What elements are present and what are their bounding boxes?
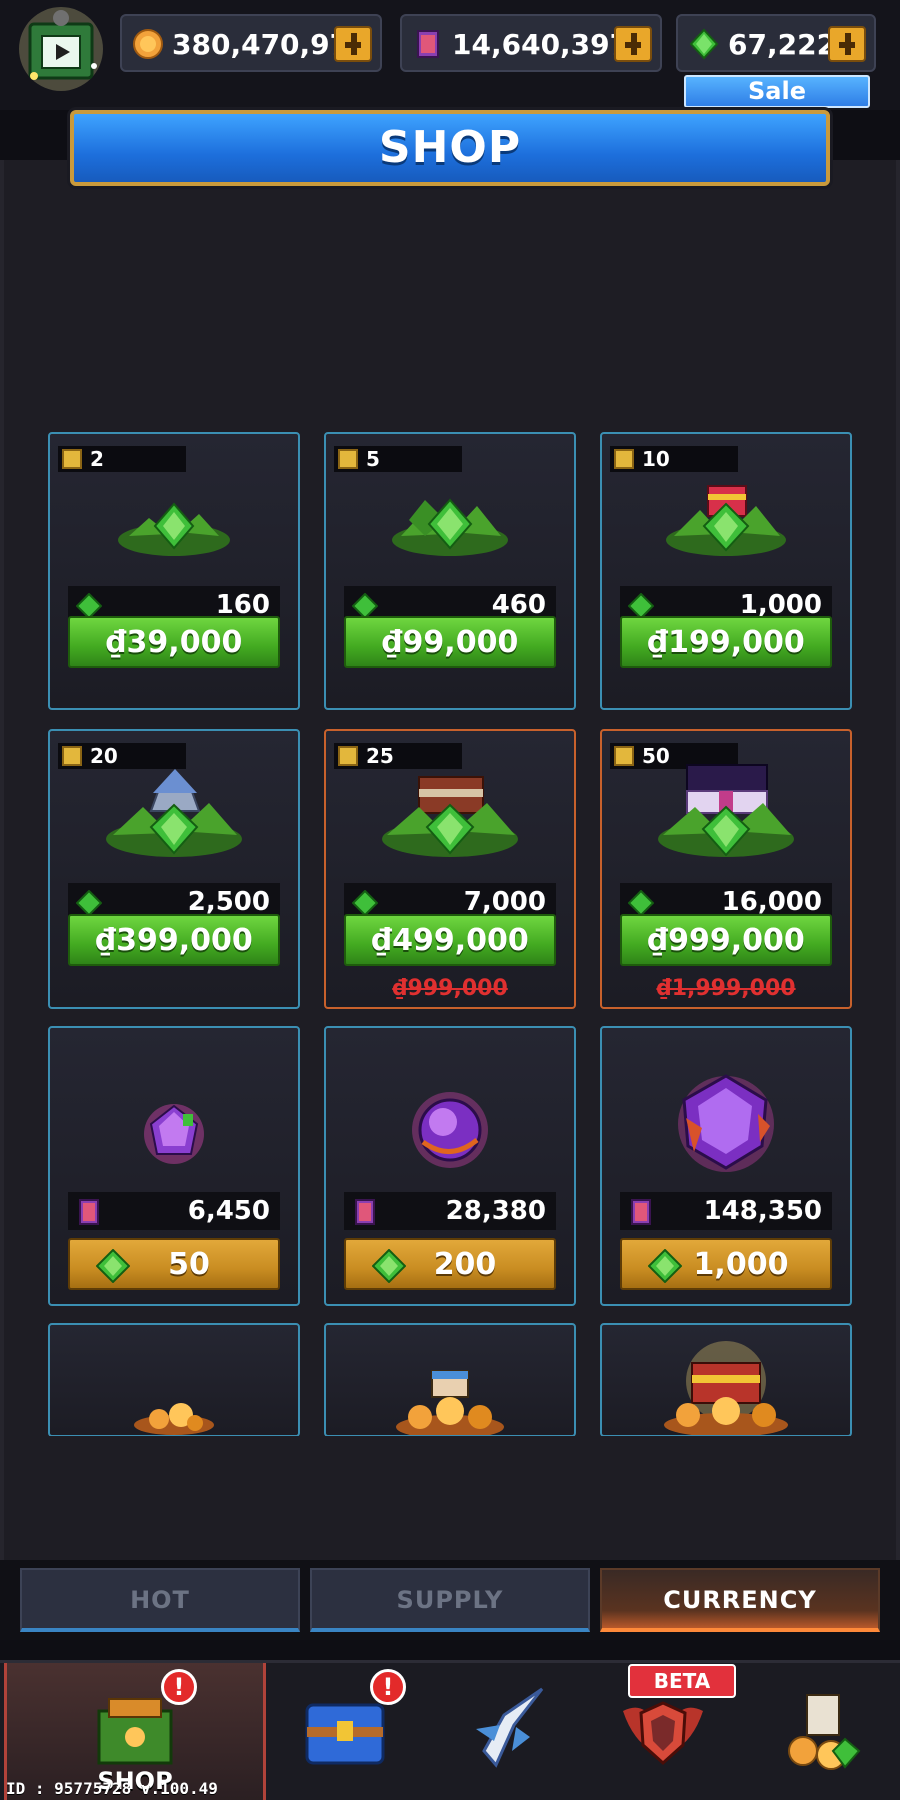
gem-pile-medium-icon (392, 498, 508, 556)
vip-badge: 2 (58, 446, 186, 472)
card-pack-card[interactable]: 148,350 1,000 (600, 1026, 852, 1306)
gem-icon (628, 890, 654, 916)
buy-button[interactable]: ₫39,000 (68, 616, 280, 668)
add-gems-button[interactable] (828, 26, 866, 62)
coin-pile-small-icon (134, 1403, 214, 1435)
gem-pack-card[interactable]: 2 160 ₫39,000 (48, 432, 300, 710)
chest-alert-badge: ! (370, 1669, 406, 1705)
buy-button[interactable]: ₫199,000 (620, 616, 832, 668)
coin-pack-card[interactable] (600, 1323, 852, 1437)
buy-button[interactable]: ₫399,000 (68, 914, 280, 966)
card-pack-card[interactable]: 28,380 200 (324, 1026, 576, 1306)
gem-pile-large-icon (106, 769, 242, 857)
purple-orb-small-icon (144, 1104, 204, 1164)
gem-counter: 67,222 (676, 14, 876, 72)
gem-buy-button[interactable]: 1,000 (620, 1238, 832, 1290)
card-icon (355, 1199, 375, 1225)
spaceship-icon (476, 1687, 544, 1768)
gem-icon (648, 1249, 682, 1283)
card-amount-row: 28,380 (344, 1192, 556, 1230)
coin-chest-icon (664, 1341, 788, 1435)
gem-icon (352, 890, 378, 916)
nav-chest[interactable]: ! (266, 1663, 424, 1800)
vip-icon (614, 449, 634, 469)
tab-hot[interactable]: HOT (20, 1568, 300, 1632)
buy-button[interactable]: ₫99,000 (344, 616, 556, 668)
gem-pile-chest-icon (382, 776, 518, 857)
shop-tabs: HOT SUPPLY CURRENCY (0, 1560, 900, 1640)
gem-pile-with-chest-icon (666, 485, 786, 556)
gem-buy-button[interactable]: 50 (68, 1238, 280, 1290)
resource-bar: 380,470,976 14,640,397 67,222 Sale (0, 0, 900, 110)
nav-rewards[interactable] (742, 1663, 900, 1800)
coin-counter: 380,470,976 (120, 14, 382, 72)
video-reward-icon[interactable] (18, 6, 104, 92)
page-title: SHOP (378, 122, 522, 173)
card-amount: 14,640,397 (452, 28, 630, 61)
add-coins-button[interactable] (334, 26, 372, 62)
panel-bottom (4, 1436, 896, 1560)
gem-pack-card-promo[interactable]: 25 7,000 ₫499,000 ₫999,000 (324, 729, 576, 1009)
vip-icon (62, 449, 82, 469)
card-icon (417, 30, 439, 58)
nav-ships[interactable] (424, 1663, 584, 1800)
card-amount-row: 6,450 (68, 1192, 280, 1230)
card-icon (631, 1199, 651, 1225)
gem-pile-treasure-icon (658, 764, 794, 857)
gem-pack-card[interactable]: 5 460 ₫99,000 (324, 432, 576, 710)
coin-pack-card[interactable] (324, 1323, 576, 1437)
tab-currency[interactable]: CURRENCY (600, 1568, 880, 1632)
coin-icon (133, 29, 163, 59)
buy-button[interactable]: ₫999,000 (620, 914, 832, 966)
gem-pack-card[interactable]: 10 1,000 ₫199,000 (600, 432, 852, 710)
add-cards-button[interactable] (614, 26, 652, 62)
sale-badge[interactable]: Sale (684, 75, 870, 108)
coin-pile-medium-icon (396, 1370, 504, 1435)
gem-icon (689, 28, 719, 60)
gem-icon (372, 1249, 406, 1283)
gem-icon (96, 1249, 130, 1283)
original-price: ₫999,000 (392, 976, 508, 1001)
purple-orb-medium-icon (412, 1092, 488, 1168)
tab-supply[interactable]: SUPPLY (310, 1568, 590, 1632)
vip-icon (614, 746, 634, 766)
card-icon (79, 1199, 99, 1225)
gem-icon (76, 890, 102, 916)
purple-crystal-large-icon (678, 1074, 774, 1172)
beta-badge: BETA (628, 1664, 736, 1698)
card-amount-row: 148,350 (620, 1192, 832, 1230)
card-counter: 14,640,397 (400, 14, 662, 72)
original-price: ₫1,999,000 (656, 976, 796, 1001)
vip-icon (338, 449, 358, 469)
gem-pile-small-icon (118, 502, 230, 556)
coin-amount: 380,470,976 (172, 28, 369, 61)
buy-button[interactable]: ₫499,000 (344, 914, 556, 966)
gem-pack-card[interactable]: 20 2,500 ₫399,000 (48, 729, 300, 1009)
build-id: ID : 95775728 v.100.49 (6, 1779, 218, 1798)
shop-alert-badge: ! (161, 1669, 197, 1705)
coin-pack-card[interactable] (48, 1323, 300, 1437)
vip-icon (62, 746, 82, 766)
vip-icon (338, 746, 358, 766)
card-pack-card[interactable]: 6,450 50 (48, 1026, 300, 1306)
coin-stack-icon (788, 1694, 861, 1770)
gem-amount: 67,222 (728, 28, 837, 61)
vip-badge: 5 (334, 446, 462, 472)
gem-pack-card-promo[interactable]: 50 16,000 ₫999,000 ₫1,999,000 (600, 729, 852, 1009)
gem-buy-button[interactable]: 200 (344, 1238, 556, 1290)
shop-banner: SHOP (70, 110, 830, 186)
